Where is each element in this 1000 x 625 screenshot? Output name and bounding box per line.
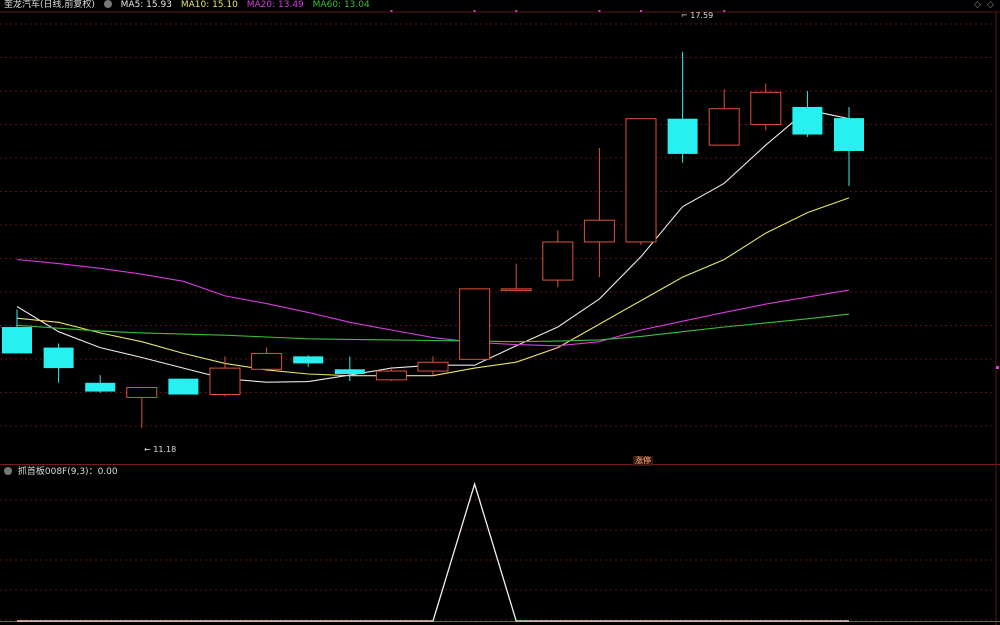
indicator-line-path xyxy=(17,481,849,622)
signal-dot xyxy=(598,10,601,12)
indicator-legend: 抓首板008F(9,3)：0.00 xyxy=(4,467,118,477)
candle-body-down xyxy=(334,369,365,374)
candlesticks xyxy=(2,51,864,428)
candle-body-up xyxy=(500,288,532,291)
candle-body-down xyxy=(293,356,324,364)
chart-canvas xyxy=(0,10,1000,625)
candle-body-up xyxy=(459,288,491,360)
candle-body-down xyxy=(792,106,823,135)
candle-body-up xyxy=(583,219,615,243)
price-legend: 奎龙汽车(日线,前复权) MA5: 15.93 MA10: 15.10 MA20… xyxy=(4,0,376,12)
diamond-icon-2[interactable]: ◇ xyxy=(987,0,997,10)
signal-dot xyxy=(723,10,726,12)
settings-dot-icon[interactable] xyxy=(103,0,112,8)
candle-body-up xyxy=(417,361,449,372)
ma10-legend: MA10: 15.10 xyxy=(180,0,238,10)
candle-body-up xyxy=(625,118,657,243)
indicator-label: 抓首板008F(9,3)：0.00 xyxy=(17,467,118,477)
signal-dot xyxy=(640,10,642,12)
candle-body-down xyxy=(85,382,116,392)
low-price-value: 11.18 xyxy=(153,445,177,454)
high-price-label: ⌐ 17.59 xyxy=(681,11,714,20)
candle-body-up xyxy=(708,108,740,146)
candle-body-down xyxy=(168,378,199,395)
candle-body-down xyxy=(834,118,864,151)
right-edge-marker xyxy=(996,366,999,369)
candle-body-down xyxy=(43,347,74,369)
limit-up-badge: 涨停 xyxy=(633,456,653,466)
candle-body-down xyxy=(667,118,698,154)
candle-body-up xyxy=(750,91,782,126)
low-price-label: ← 11.18 xyxy=(144,445,177,454)
ma5-legend: MA5: 15.93 xyxy=(120,0,172,10)
signal-dot xyxy=(515,10,518,12)
candle-body-up xyxy=(542,241,574,281)
indicator-line xyxy=(17,481,849,622)
candle-body-up xyxy=(209,367,241,396)
signal-dot xyxy=(390,10,393,12)
signal-dot xyxy=(473,10,476,12)
price-gridlines xyxy=(0,23,996,427)
ma60-legend: MA60: 13.04 xyxy=(312,0,370,10)
candle-body-up xyxy=(375,370,407,381)
stock-title: 奎龙汽车(日线,前复权) xyxy=(4,0,95,10)
candle-body-down xyxy=(2,327,32,354)
high-price-value: 17.59 xyxy=(690,11,714,20)
candle-body-up xyxy=(126,386,158,398)
ma20-legend: MA20: 13.49 xyxy=(246,0,304,10)
moving-average-lines xyxy=(16,109,850,383)
indicator-settings-dot-icon[interactable] xyxy=(4,467,12,475)
diamond-icon[interactable]: ◇ xyxy=(974,0,984,10)
candle-body-up xyxy=(251,352,283,370)
